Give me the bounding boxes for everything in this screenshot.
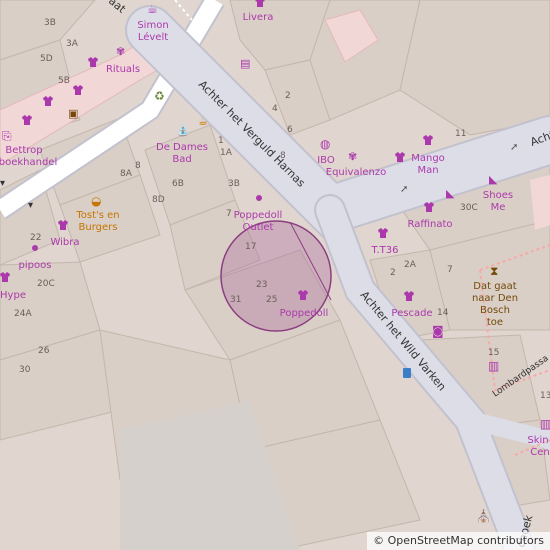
arrow-icon-2: ➚ [510,142,518,153]
perfume-icon-2: ▥ [488,359,499,373]
poi-label: Simon [137,20,168,31]
book-icon: ⎘ [2,129,12,143]
house-number: 15 [488,348,499,358]
map-attribution[interactable]: © OpenStreetMap contributors [367,532,550,550]
house-number: 1A [220,148,233,158]
house-number: 8 [135,161,141,171]
shoe-icon-2: ◣ [489,173,498,186]
house-number: 2 [285,91,291,101]
cosmetics-icon: ✾ [116,45,125,58]
atm-icon: ▣ [68,107,78,120]
poi-label: boekhandel [0,157,57,168]
poi-label: Wibra [50,237,79,248]
house-number: 7 [447,265,453,275]
hourglass-icon: ⧗ [490,264,498,278]
house-number: 5D [40,54,53,64]
poi-label: Cen [530,447,549,458]
house-number: 8D [152,195,165,205]
poi-label: Lévelt [138,31,168,43]
house-number: 13 [540,391,550,401]
bus-stop-icon [403,368,411,378]
house-number: 30C [460,203,478,213]
house-number: 2 [390,268,396,278]
waste-icon: ▾ [0,178,5,189]
house-number: 3A [66,39,79,49]
house-number: 1 [218,136,224,146]
house-number: 6B [172,179,184,189]
poi-label: Hype [0,290,26,301]
house-number: 5B [58,76,70,86]
viewpoint-icon: ⛪ [476,508,491,523]
dot-icon [256,195,262,201]
poi-label: Skin [527,435,548,446]
poi-label: Bettrop [5,145,42,156]
cosmetics-icon-2: ✾ [348,150,357,163]
house-number: 22 [30,233,41,243]
poi-label: Pescade [391,308,432,319]
poi-label: De Dames [156,142,208,153]
house-number: 2A [404,260,417,270]
perfume-icon: ▤ [240,57,250,70]
house-number: 7 [226,209,232,219]
poi-label: Livera [243,12,274,23]
poi-label: IBO [317,155,335,166]
house-number: 3B [44,18,56,28]
poi-label: Me [491,202,506,213]
house-number: 23 [256,280,267,290]
cafe-icon: ☕ [198,115,208,128]
poi-label: naar Den [472,293,518,304]
poi-label: pipoos [19,260,52,271]
map-canvas[interactable]: Achter het Verguld Harnas Achter het Wil… [0,0,550,550]
camera-icon: ◙ [432,324,444,338]
jewelry-icon: ◍ [320,137,331,151]
house-number: 24A [14,309,32,319]
house-number: 25 [266,295,277,305]
house-number: 26 [38,346,50,356]
poi-label: Equivalenzo [326,167,386,178]
map-svg[interactable]: Achter het Verguld Harnas Achter het Wil… [0,0,550,550]
poi-label: Tost's en [75,210,119,221]
poi-label: Shoes [483,190,513,201]
poi-label: Mango [411,153,445,164]
poi-label: Burgers [79,222,118,233]
poi-label: Poppedoll [234,210,283,221]
poi-label: Man [417,165,438,176]
house-number: 20C [37,279,55,289]
dot-icon [32,245,38,251]
recycling-icon: ♻ [154,89,165,103]
shoe-icon: ◣ [446,187,455,200]
tea-icon: ☕ [147,2,158,16]
house-number: 30 [19,365,31,375]
house-number: 11 [455,129,466,139]
poi-label: Bosch [480,305,510,316]
poi-label: Poppedoll [280,308,329,319]
poi-label: T.T36 [371,245,399,256]
house-number: 8 [280,151,286,161]
bath-icon: ⛲ [176,124,190,137]
burger-icon: ◒ [91,194,101,208]
poi-label: Bad [172,154,191,165]
arrow-icon: ➚ [400,184,408,195]
house-number: 6 [287,125,293,135]
poi-label: Raffinato [407,219,452,230]
poi-label: Dat gaat [473,281,517,292]
house-number: 3B [228,179,240,189]
poi-label: Outlet [243,222,274,233]
house-number: 17 [245,242,256,252]
house-number: 14 [437,308,449,318]
perfume-icon-3: ▥ [540,417,550,431]
house-number: 31 [230,295,241,305]
waste-icon-2: ▾ [28,200,33,211]
house-number: 4 [272,104,278,114]
poi-label: Rituals [106,64,140,75]
house-number: 8A [120,169,133,179]
poi-label: toe [487,317,503,328]
